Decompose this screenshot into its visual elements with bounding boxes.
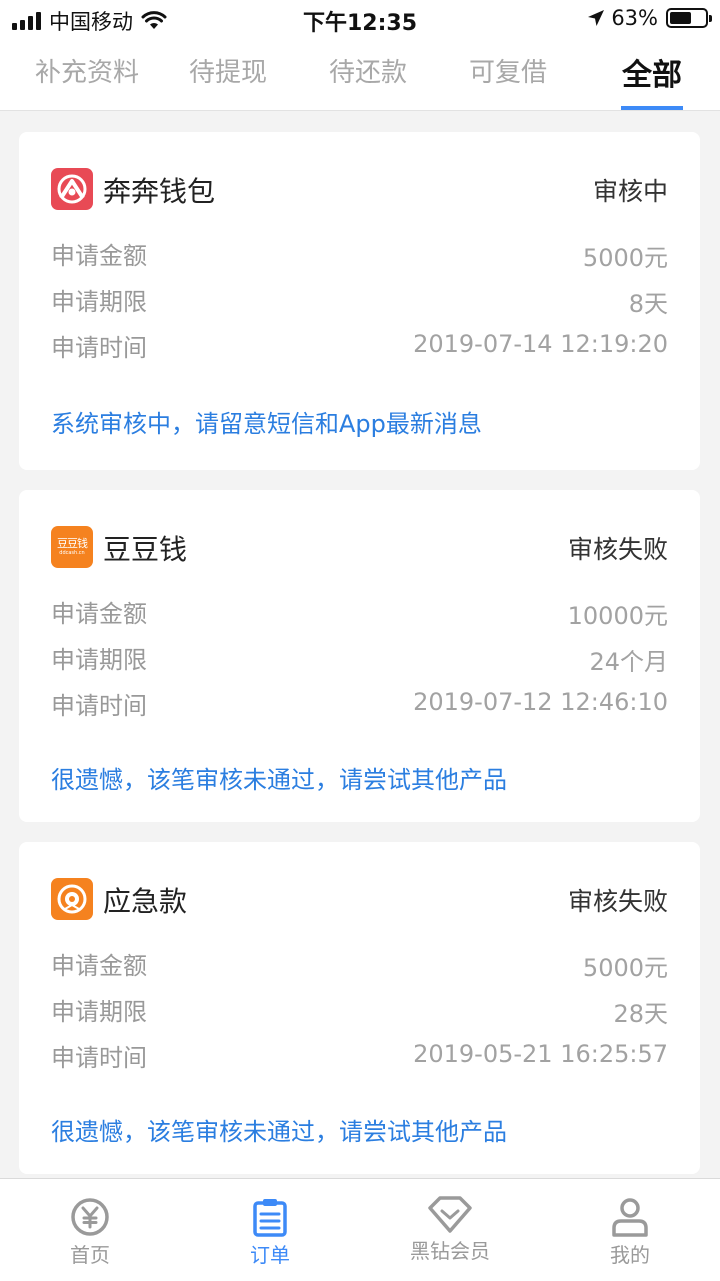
nav-label: 订单 xyxy=(250,1243,290,1267)
order-message: 系统审核中，请留意短信和App最新消息 xyxy=(51,410,482,438)
battery-percent: 63% xyxy=(611,6,658,30)
yingji-logo-icon xyxy=(51,878,93,920)
yuan-coin-icon xyxy=(71,1198,109,1236)
order-status: 审核失败 xyxy=(567,535,668,564)
battery-icon xyxy=(666,8,712,28)
bottom-nav: 首页 订单 黑钻会员 我的 xyxy=(0,1178,720,1281)
order-message: 很遗憾，该笔审核未通过，请尝试其他产品 xyxy=(51,766,507,794)
term-value: 28天 xyxy=(613,1000,668,1028)
status-bar: 中国移动 下午12:35 63% xyxy=(0,0,720,40)
order-status: 审核中 xyxy=(592,177,668,206)
order-card-yingji[interactable]: 应急款 审核失败 申请金额 5000元 申请期限 28天 申请时间 2019-0… xyxy=(19,842,700,1174)
battery-fill xyxy=(670,12,692,24)
nav-label: 我的 xyxy=(610,1243,650,1267)
diamond-icon xyxy=(428,1196,472,1233)
nav-label: 首页 xyxy=(70,1243,110,1267)
time-value: 2019-07-12 12:46:10 xyxy=(413,688,668,716)
term-label: 申请期限 xyxy=(51,646,147,674)
status-right: 63% xyxy=(587,6,712,30)
app-name: 奔奔钱包 xyxy=(103,175,216,208)
person-icon xyxy=(612,1198,648,1237)
tab-reborrow[interactable]: 可复借 xyxy=(438,52,578,89)
amount-value: 5000元 xyxy=(582,244,668,272)
tab-all[interactable]: 全部 xyxy=(582,50,720,94)
doudou-logo-icon: 豆豆钱 ddcash.cn xyxy=(51,526,93,568)
app-name: 豆豆钱 xyxy=(103,533,188,566)
order-status: 审核失败 xyxy=(567,887,668,916)
term-value: 8天 xyxy=(628,290,668,318)
nav-label: 黑钻会员 xyxy=(410,1239,490,1263)
time-label: 申请时间 xyxy=(51,1044,147,1072)
active-tab-indicator xyxy=(621,106,683,110)
time-label: 申请时间 xyxy=(51,334,147,362)
term-label: 申请期限 xyxy=(51,288,147,316)
nav-black-diamond[interactable]: 黑钻会员 xyxy=(360,1179,540,1281)
clipboard-icon xyxy=(253,1199,287,1237)
term-label: 申请期限 xyxy=(51,998,147,1026)
benben-logo-icon xyxy=(51,168,93,210)
amount-label: 申请金额 xyxy=(51,600,147,628)
order-card-benben[interactable]: 奔奔钱包 审核中 申请金额 5000元 申请期限 8天 申请时间 2019-07… xyxy=(19,132,700,470)
tab-supplement-info[interactable]: 补充资料 xyxy=(17,52,157,89)
logo-subtext: ddcash.cn xyxy=(59,550,85,556)
nav-mine[interactable]: 我的 xyxy=(540,1179,720,1281)
time-value: 2019-05-21 16:25:57 xyxy=(413,1040,668,1068)
tab-pending-repayment[interactable]: 待还款 xyxy=(298,52,438,89)
time-value: 2019-07-14 12:19:20 xyxy=(413,330,668,358)
order-message: 很遗憾，该笔审核未通过，请尝试其他产品 xyxy=(51,1118,507,1146)
time-label: 申请时间 xyxy=(51,692,147,720)
amount-value: 5000元 xyxy=(582,954,668,982)
app-name: 应急款 xyxy=(103,885,188,918)
nav-home[interactable]: 首页 xyxy=(0,1179,180,1281)
nav-orders[interactable]: 订单 xyxy=(180,1179,360,1281)
logo-text: 豆豆钱 xyxy=(57,537,88,550)
order-filter-tabs: 补充资料 待提现 待还款 可复借 全部 xyxy=(0,40,720,111)
amount-label: 申请金额 xyxy=(51,242,147,270)
location-arrow-icon xyxy=(588,10,605,26)
amount-label: 申请金额 xyxy=(51,952,147,980)
amount-value: 10000元 xyxy=(567,602,668,630)
tab-pending-withdrawal[interactable]: 待提现 xyxy=(158,52,298,89)
order-card-doudou[interactable]: 豆豆钱 ddcash.cn 豆豆钱 审核失败 申请金额 10000元 申请期限 … xyxy=(19,490,700,822)
term-value: 24个月 xyxy=(589,648,668,676)
